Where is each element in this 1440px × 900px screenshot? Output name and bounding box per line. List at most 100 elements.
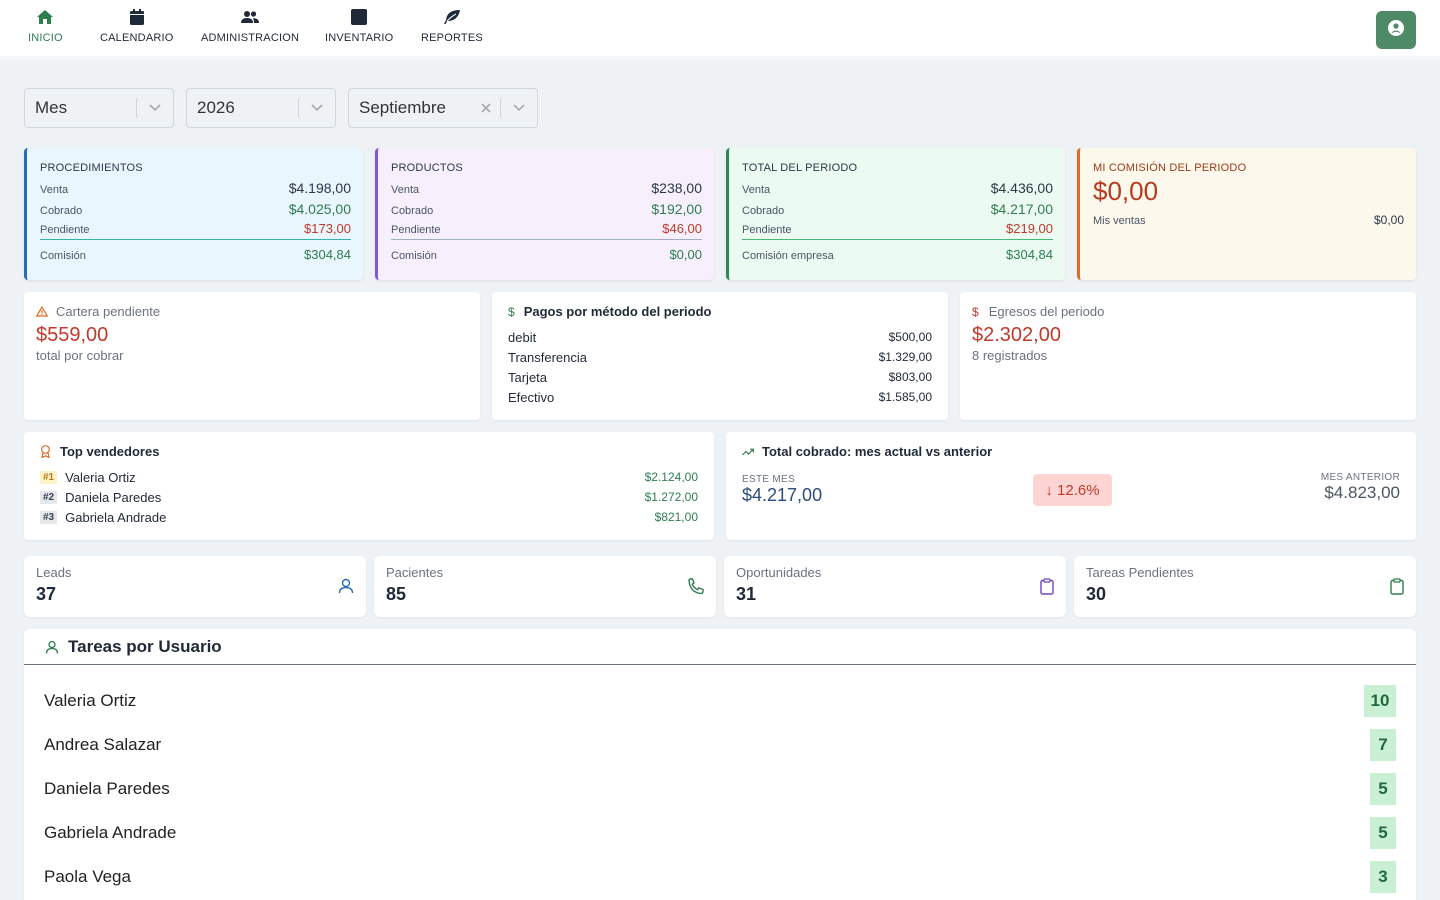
tarea-usuario-row[interactable]: Paola Vega 3 (44, 861, 1396, 893)
panel-title: Egresos del periodo (988, 304, 1105, 319)
panel-title: Pagos por método del periodo (523, 304, 712, 319)
cartera-amount: $559,00 (36, 324, 109, 346)
comparativo-panel: Total cobrado: mes actual vs anterior ES… (726, 432, 1416, 540)
cobrado-row: Cobrado $4.025,00 (40, 201, 351, 217)
venta-value: $4.436,00 (990, 180, 1053, 196)
nav-label: REPORTES (421, 32, 483, 44)
nav-label: CALENDARIO (100, 32, 174, 44)
procedimientos-card: PROCEDIMIENTOS Venta $4.198,00 Cobrado $… (24, 148, 363, 280)
venta-row: Venta $238,00 (391, 180, 702, 196)
period-select[interactable]: Mes (24, 88, 174, 128)
comision-value: $304,84 (1006, 247, 1053, 262)
clipboard-icon (1040, 578, 1054, 600)
clear-icon[interactable] (472, 103, 500, 113)
pendiente-value: $46,00 (662, 221, 702, 236)
tarea-usuario-row[interactable]: Valeria Ortiz 10 (44, 685, 1396, 717)
cobrado-value: $192,00 (651, 201, 702, 217)
user-menu-button[interactable] (1376, 11, 1416, 49)
year-select[interactable]: 2026 (186, 88, 336, 128)
panel-header: $ Pagos por método del periodo (508, 304, 932, 319)
oportunidades-card[interactable]: Oportunidades 31 (724, 556, 1066, 617)
mes-anterior-label: MES ANTERIOR (1320, 472, 1400, 483)
phone-icon (687, 578, 704, 600)
stat-label: Pacientes (386, 565, 444, 580)
trending-up-icon (742, 448, 754, 456)
pendiente-label: Pendiente (742, 224, 792, 236)
mis-ventas-label: Mis ventas (1093, 215, 1146, 227)
rank-badge: #1 (40, 470, 58, 484)
mi-comision-card: MI COMISIÓN DEL PERIODO $0,00 Mis ventas… (1077, 148, 1416, 280)
panel-header: Tareas por Usuario (24, 629, 1416, 665)
stat-value: 30 (1086, 584, 1107, 604)
warning-icon (36, 306, 48, 317)
tareas-count-badge: 7 (1370, 729, 1396, 761)
venta-label: Venta (391, 184, 420, 196)
stat-label: Tareas Pendientes (1086, 565, 1194, 580)
chevron-down-icon[interactable] (137, 104, 173, 112)
usuario-name: Andrea Salazar (44, 735, 162, 754)
tarea-usuario-row[interactable]: Andrea Salazar 7 (44, 729, 1396, 761)
nav-label: INVENTARIO (325, 32, 394, 44)
mes-actual-label: ESTE MES (742, 474, 795, 485)
tareas-usuario-panel: Tareas por Usuario Valeria Ortiz 10 Andr… (24, 629, 1416, 900)
pacientes-card[interactable]: Pacientes 85 (374, 556, 716, 617)
card-title: PROCEDIMIENTOS (40, 162, 143, 174)
pendiente-value: $219,00 (1006, 221, 1053, 236)
panel-header: Top vendedores (40, 444, 698, 459)
pago-row: Efectivo $1.585,00 (508, 387, 932, 407)
usuario-name: Gabriela Andrade (44, 823, 177, 842)
card-title: PRODUCTOS (391, 162, 463, 174)
comision-label: Comisión empresa (742, 250, 834, 262)
users-icon (241, 8, 260, 26)
tareas-count-badge: 10 (1364, 685, 1396, 717)
nav-label: ADMINISTRACION (201, 32, 300, 44)
tareas-pendientes-card[interactable]: Tareas Pendientes 30 (1074, 556, 1416, 617)
vendedor-name: Gabriela Andrade (65, 509, 167, 525)
mes-actual-block: ESTE MES $4.217,00 (742, 474, 822, 506)
cobrado-row: Cobrado $192,00 (391, 201, 702, 217)
dollar-icon: $ (972, 304, 979, 319)
panel-title: Cartera pendiente (56, 304, 161, 319)
egresos-amount: $2.302,00 (972, 324, 1061, 346)
vendedor-name: Daniela Paredes (65, 489, 162, 505)
comision-label: Comisión (391, 250, 437, 262)
pago-row: Transferencia $1.329,00 (508, 347, 932, 367)
clipboard-icon (1390, 578, 1404, 600)
top-vendedores-panel: Top vendedores #1 Valeria Ortiz $2.124,0… (24, 432, 714, 540)
card-title: MI COMISIÓN DEL PERIODO (1093, 162, 1247, 174)
mes-anterior-value: $4.823,00 (1324, 483, 1400, 502)
nav-item-inventario[interactable]: INVENTARIO (325, 8, 393, 52)
cobrado-label: Cobrado (40, 205, 83, 217)
change-badge: ↓ 12.6% (1033, 474, 1112, 506)
pendiente-label: Pendiente (391, 224, 441, 236)
tareas-count-badge: 3 (1370, 861, 1396, 893)
nav-item-reportes[interactable]: REPORTES (421, 8, 483, 52)
chevron-down-icon[interactable] (299, 104, 335, 112)
pendiente-row: Pendiente $46,00 (391, 221, 702, 240)
month-select-value: Septiembre (359, 98, 446, 117)
leads-card[interactable]: Leads 37 (24, 556, 366, 617)
rank-badge: #2 (40, 490, 58, 504)
tarea-usuario-row[interactable]: Gabriela Andrade 5 (44, 817, 1396, 849)
chevron-down-icon[interactable] (501, 104, 537, 112)
rank-badge: #3 (40, 510, 58, 524)
mis-ventas-value: $0,00 (1373, 213, 1404, 227)
comision-row: Comisión $304,84 (40, 247, 351, 262)
tarea-usuario-row[interactable]: Daniela Paredes 5 (44, 773, 1396, 805)
total-periodo-card: TOTAL DEL PERIODO Venta $4.436,00 Cobrad… (726, 148, 1065, 280)
nav-item-calendario[interactable]: CALENDARIO (100, 8, 174, 52)
panel-title: Total cobrado: mes actual vs anterior (762, 444, 993, 459)
period-select-value: Mes (35, 98, 68, 117)
nav-item-administracion[interactable]: ADMINISTRACION (201, 8, 299, 52)
panel-header: Cartera pendiente (36, 304, 468, 319)
mes-anterior-block: MES ANTERIOR $4.823,00 (1321, 472, 1400, 503)
home-icon (36, 8, 54, 26)
pago-method: Tarjeta (508, 369, 548, 385)
nav-item-inicio[interactable]: INICIO (28, 8, 63, 52)
month-select[interactable]: Septiembre (348, 88, 538, 128)
cobrado-value: $4.025,00 (288, 201, 351, 217)
pago-amount: $500,00 (888, 330, 932, 344)
stat-value: 31 (736, 584, 757, 604)
cobrado-label: Cobrado (391, 205, 434, 217)
nav-label: INICIO (28, 32, 63, 44)
